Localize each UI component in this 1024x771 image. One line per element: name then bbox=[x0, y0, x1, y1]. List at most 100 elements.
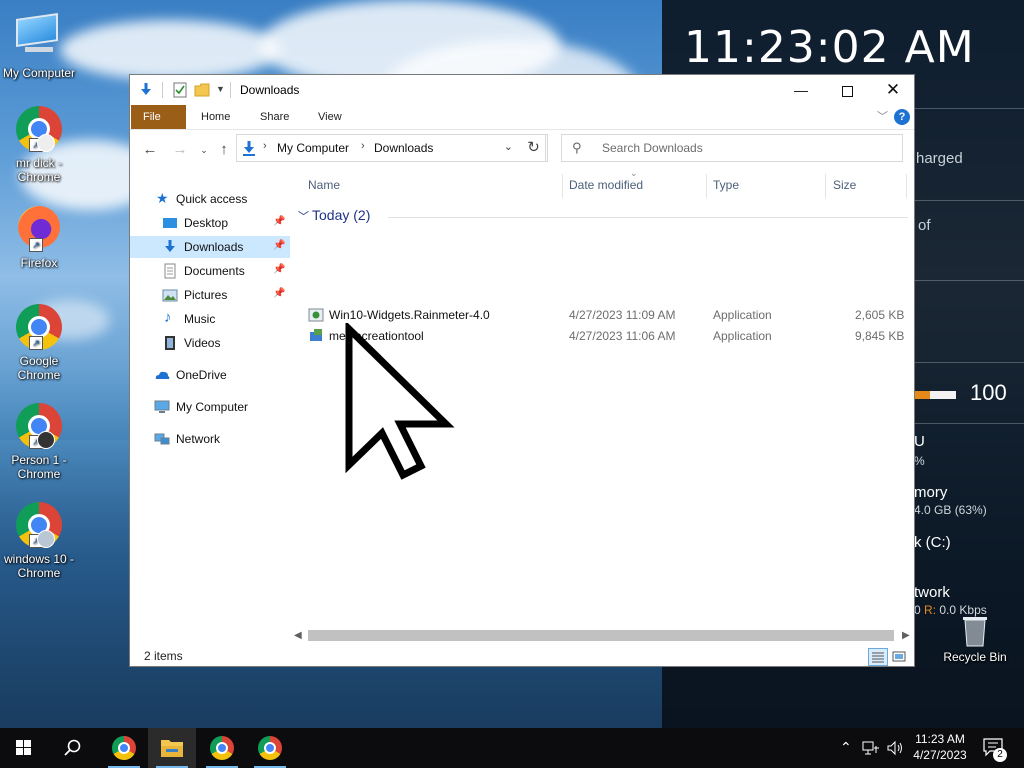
navigation-bar: ← → ⌄ ↑ › My Computer › Downloads ⌄ ↻ ⚲ … bbox=[130, 130, 914, 168]
breadcrumb-separator-icon: › bbox=[263, 140, 267, 152]
up-button[interactable]: ↑ bbox=[214, 140, 234, 160]
column-header-name[interactable]: Name bbox=[308, 178, 340, 192]
tab-share[interactable]: Share bbox=[248, 105, 301, 129]
nav-item-quick-access[interactable]: ★ Quick access bbox=[130, 188, 290, 210]
nav-item-label: Desktop bbox=[184, 216, 229, 230]
desktop-icon-firefox[interactable]: ↗ Firefox bbox=[0, 206, 78, 270]
network-tray-icon[interactable] bbox=[862, 740, 880, 756]
customize-toolbar-chevron-icon[interactable]: ▼ bbox=[216, 84, 225, 94]
memory-widget-label: mory bbox=[914, 484, 948, 501]
start-button[interactable] bbox=[0, 728, 48, 768]
battery-bar-fill bbox=[914, 391, 930, 399]
taskbar-chrome-profile-button[interactable] bbox=[198, 728, 246, 768]
nav-item-music[interactable]: ♪ Music bbox=[130, 308, 290, 330]
forward-button[interactable]: → bbox=[170, 140, 190, 160]
taskbar-chrome-button[interactable] bbox=[100, 728, 148, 768]
desktop-icon-person-1-chrome[interactable]: ↗ Person 1 - Chrome bbox=[0, 403, 78, 481]
taskbar-clock[interactable]: 11:23 AM 4/27/2023 bbox=[905, 731, 975, 763]
column-header-date-modified[interactable]: Date modified bbox=[569, 178, 643, 192]
profile-badge-icon bbox=[37, 530, 55, 548]
person-badge-icon bbox=[37, 431, 55, 449]
nav-item-my-computer[interactable]: My Computer bbox=[130, 396, 290, 418]
collapse-chevron-icon: ﹀ bbox=[298, 211, 309, 223]
column-header-type[interactable]: Type bbox=[713, 178, 739, 192]
file-row[interactable]: Win10-Widgets.Rainmeter-4.0 4/27/2023 11… bbox=[292, 304, 912, 325]
desktop-icon-mr-dick-chrome[interactable]: ↗ mr dick - Chrome bbox=[0, 106, 78, 184]
taskbar-file-explorer-button[interactable] bbox=[148, 728, 196, 768]
title-bar[interactable]: ▼ Downloads — ✕ bbox=[130, 75, 914, 105]
forward-arrow-icon: → bbox=[172, 141, 188, 158]
installer-icon bbox=[308, 308, 324, 322]
nav-item-documents[interactable]: Documents 📌 bbox=[130, 260, 290, 282]
desktop-icon-label: My Computer bbox=[2, 66, 76, 80]
details-view-button[interactable] bbox=[868, 648, 888, 666]
close-button[interactable]: ✕ bbox=[870, 75, 916, 105]
new-folder-icon[interactable] bbox=[194, 82, 210, 98]
horizontal-scrollbar[interactable]: ◀ ▶ bbox=[292, 627, 914, 644]
maximize-icon bbox=[841, 85, 853, 97]
desktop-icon-google-chrome[interactable]: ↗ Google Chrome bbox=[0, 304, 78, 382]
address-bar[interactable]: › My Computer › Downloads ⌄ bbox=[236, 134, 546, 162]
nav-item-label: Pictures bbox=[184, 288, 228, 302]
nav-item-desktop[interactable]: Desktop 📌 bbox=[130, 212, 290, 234]
disk-widget-label: k (C:) bbox=[914, 534, 951, 551]
scroll-right-icon[interactable]: ▶ bbox=[902, 627, 910, 644]
breadcrumb-downloads[interactable]: Downloads bbox=[374, 141, 433, 155]
file-explorer-icon bbox=[161, 740, 183, 757]
minimize-button[interactable]: — bbox=[778, 75, 824, 105]
desktop-icon-my-computer[interactable]: My Computer bbox=[0, 10, 78, 80]
videos-folder-icon bbox=[165, 336, 175, 350]
file-type: Application bbox=[713, 308, 772, 322]
volume-icon[interactable] bbox=[886, 740, 904, 756]
back-button[interactable]: ← bbox=[140, 140, 160, 160]
search-icon bbox=[64, 739, 81, 756]
search-box[interactable]: ⚲ Search Downloads bbox=[561, 134, 903, 162]
desktop-icon-label: Firefox bbox=[20, 256, 58, 270]
breadcrumb-my-computer[interactable]: My Computer bbox=[277, 141, 349, 155]
shortcut-arrow-icon: ↗ bbox=[29, 238, 43, 252]
recent-locations-button[interactable]: ⌄ bbox=[194, 140, 214, 160]
taskbar-chrome-button-2[interactable] bbox=[246, 728, 294, 768]
network-r-label: R: bbox=[924, 603, 937, 617]
computer-icon bbox=[154, 400, 170, 413]
tab-file[interactable]: File bbox=[131, 105, 186, 129]
nav-item-label: Videos bbox=[184, 336, 221, 350]
file-size: 2,605 KB bbox=[855, 308, 905, 322]
nav-item-onedrive[interactable]: OneDrive bbox=[130, 364, 290, 386]
pictures-folder-icon bbox=[162, 289, 178, 302]
column-header-size[interactable]: Size bbox=[833, 178, 856, 192]
tab-view[interactable]: View bbox=[306, 105, 354, 129]
desktop-icon-recycle-bin[interactable]: Recycle Bin bbox=[936, 612, 1014, 664]
nav-item-downloads[interactable]: Downloads 📌 bbox=[130, 236, 290, 258]
address-dropdown-icon[interactable]: ⌄ bbox=[504, 140, 513, 153]
tab-home[interactable]: Home bbox=[189, 105, 242, 129]
show-hidden-icons-chevron-icon[interactable]: ⌃ bbox=[840, 739, 852, 756]
desktop-icon-label: Person 1 - Chrome bbox=[11, 453, 67, 481]
group-header-label: Today (2) bbox=[312, 207, 371, 223]
expand-ribbon-chevron-icon[interactable]: ﹀ bbox=[877, 108, 888, 124]
pin-icon: 📌 bbox=[273, 216, 286, 227]
desktop-clock-widget: 11:23:02 AM bbox=[684, 22, 975, 73]
taskbar: ⌃ 11:23 AM 4/27/2023 2 bbox=[0, 728, 1024, 768]
properties-icon[interactable] bbox=[172, 82, 188, 98]
large-icons-view-button[interactable] bbox=[890, 648, 910, 666]
media-creation-tool-icon bbox=[310, 329, 322, 341]
scrollbar-thumb[interactable] bbox=[308, 630, 894, 641]
chevron-down-icon: ⌄ bbox=[200, 145, 208, 155]
desktop-icon-windows-10-chrome[interactable]: ↗ windows 10 - Chrome bbox=[0, 502, 78, 580]
maximize-button[interactable] bbox=[824, 75, 870, 105]
memory-widget-value: 4.0 GB (63%) bbox=[914, 503, 987, 517]
up-arrow-icon: ↑ bbox=[220, 141, 228, 158]
nav-item-videos[interactable]: Videos bbox=[130, 332, 290, 354]
search-taskbar-button[interactable] bbox=[48, 728, 96, 768]
nav-item-pictures[interactable]: Pictures 📌 bbox=[130, 284, 290, 306]
help-button[interactable]: ? bbox=[894, 109, 910, 125]
desktop-icon-label: Google Chrome bbox=[17, 354, 61, 382]
computer-icon bbox=[16, 13, 62, 52]
windows-logo-icon bbox=[16, 740, 31, 755]
nav-item-network[interactable]: Network bbox=[130, 428, 290, 450]
refresh-button[interactable]: ↻ bbox=[520, 134, 548, 162]
scroll-left-icon[interactable]: ◀ bbox=[294, 627, 302, 644]
close-icon: ✕ bbox=[885, 80, 901, 99]
nav-item-label: Network bbox=[176, 432, 221, 446]
